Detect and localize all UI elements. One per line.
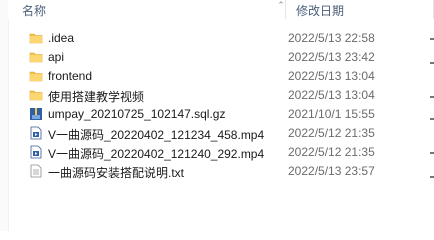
folder-icon: [29, 31, 43, 45]
folder-icon: [29, 69, 43, 83]
file-name: umpay_20210725_102147.sql.gz: [48, 107, 226, 121]
file-date-modified: 2022/5/12 21:35: [288, 126, 375, 140]
video-file-icon: [29, 145, 43, 159]
column-header-bar: 名称 ⌃ 修改日期: [8, 0, 434, 19]
file-row-api[interactable]: api 2022/5/13 23:42: [8, 48, 434, 67]
file-date-modified: 2021/10/1 15:55: [288, 107, 375, 121]
file-row-video-2[interactable]: V一曲源码_20220402_121240_292.mp4 2022/5/12 …: [8, 143, 434, 162]
file-date-modified: 2022/5/12 21:35: [288, 145, 375, 159]
file-name: 一曲源码安装搭配说明.txt: [48, 166, 185, 180]
folder-icon: [29, 50, 43, 64]
file-name: .idea: [48, 31, 75, 45]
file-name: 使用搭建教学视频: [48, 90, 145, 104]
folder-icon: [29, 88, 43, 102]
file-name: V一曲源码_20220402_121240_292.mp4: [48, 147, 265, 161]
text-file-icon: [29, 164, 43, 178]
file-row-frontend[interactable]: frontend 2022/5/13 13:04: [8, 67, 434, 86]
file-name: V一曲源码_20220402_121234_458.mp4: [48, 128, 265, 142]
column-divider[interactable]: [285, 0, 286, 19]
file-list: .idea 2022/5/13 22:58 api 2022/5/13 23:4…: [8, 29, 434, 181]
window-edge-marks: [430, 20, 434, 231]
file-date-modified: 2022/5/13 13:04: [288, 69, 375, 83]
file-name: api: [48, 50, 65, 64]
file-row-readme-txt[interactable]: 一曲源码安装搭配说明.txt 2022/5/13 23:57: [8, 162, 434, 181]
video-file-icon: [29, 126, 43, 140]
column-header-date-modified[interactable]: 修改日期: [296, 2, 344, 19]
file-date-modified: 2022/5/13 23:42: [288, 50, 375, 64]
file-date-modified: 2022/5/13 22:58: [288, 31, 375, 45]
file-row-tutorial-videos[interactable]: 使用搭建教学视频 2022/5/13 13:04: [8, 86, 434, 105]
column-header-name[interactable]: 名称: [22, 2, 46, 19]
file-row-idea[interactable]: .idea 2022/5/13 22:58: [8, 29, 434, 48]
file-date-modified: 2022/5/13 23:57: [288, 164, 375, 178]
file-row-video-1[interactable]: V一曲源码_20220402_121234_458.mp4 2022/5/12 …: [8, 124, 434, 143]
archive-icon: [29, 107, 43, 121]
file-row-sql-gz[interactable]: umpay_20210725_102147.sql.gz 2021/10/1 1…: [8, 105, 434, 124]
file-name: frontend: [48, 69, 93, 83]
file-date-modified: 2022/5/13 13:04: [288, 88, 375, 102]
